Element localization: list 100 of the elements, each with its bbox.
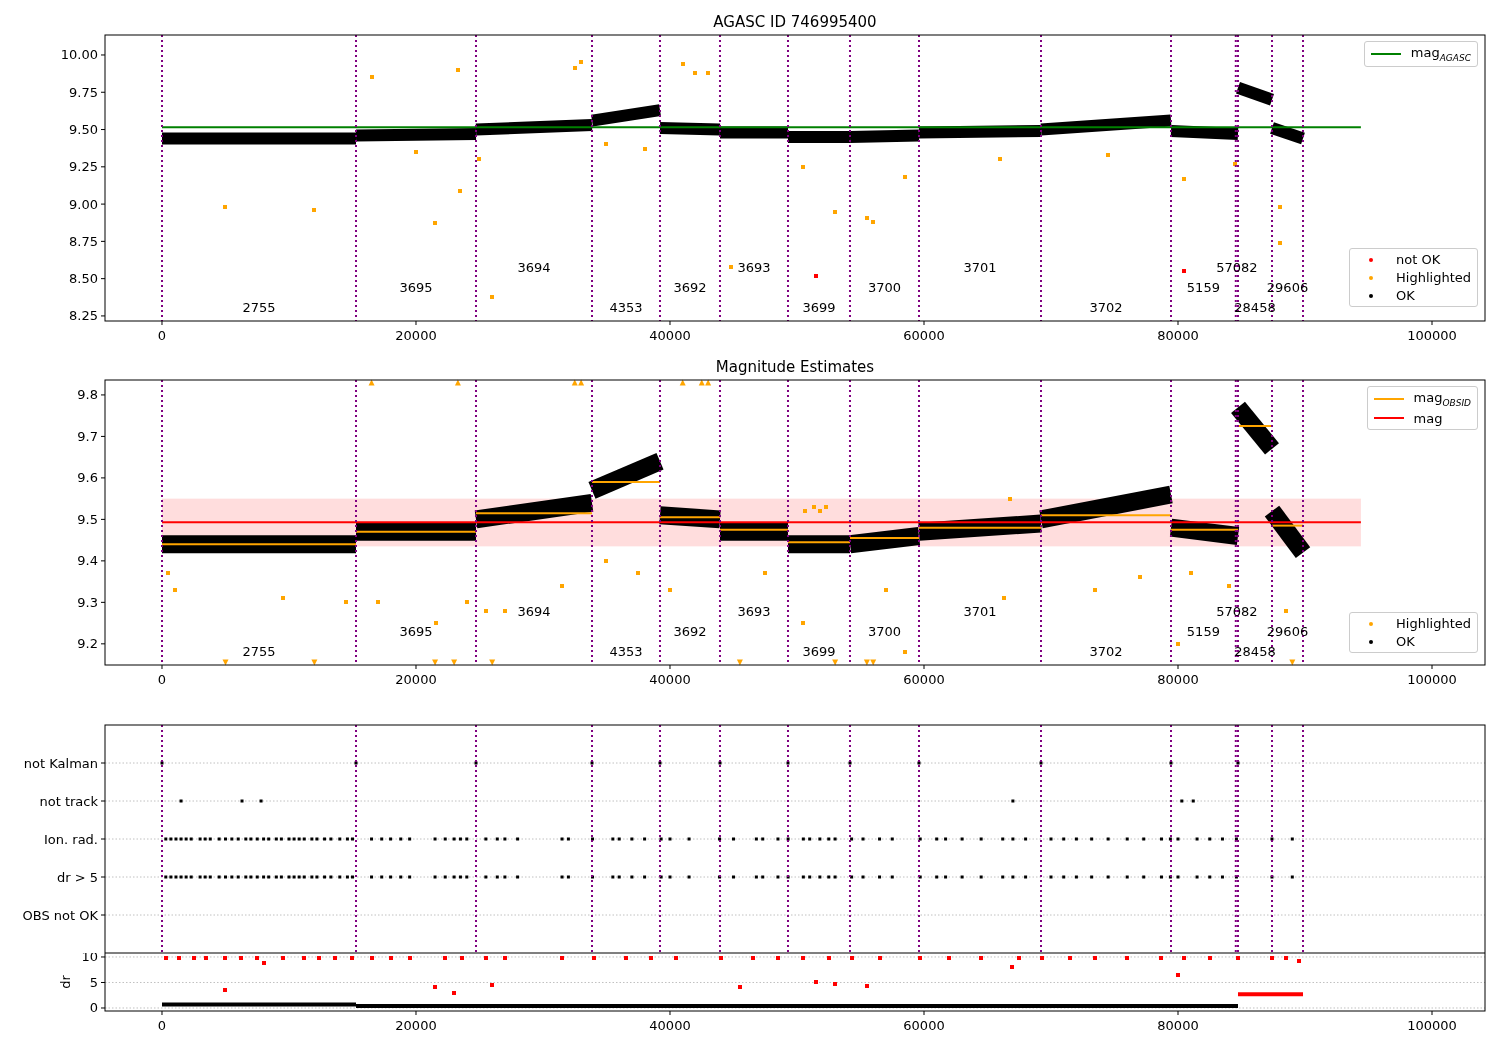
- data-point: [579, 60, 583, 64]
- data-point: [776, 956, 780, 960]
- marker-icon: [1369, 293, 1374, 298]
- data-point: [947, 956, 951, 960]
- x-tick-label: 0: [157, 1018, 167, 1033]
- x-tick-label: 100000: [1407, 328, 1457, 343]
- clipped-point-marker: [368, 379, 375, 386]
- data-point: [204, 956, 208, 960]
- marker-icon: [1369, 621, 1374, 626]
- obsid-label: 4353: [609, 300, 643, 315]
- obsid-label: 2755: [242, 644, 276, 659]
- x-tick-label: 40000: [649, 328, 691, 343]
- data-point: [1227, 584, 1231, 588]
- data-point: [376, 600, 380, 604]
- obsid-label: 3692: [673, 624, 707, 639]
- data-point: [281, 596, 285, 600]
- obsid-label: 57082: [1216, 604, 1258, 619]
- data-point: [389, 956, 393, 960]
- data-point: [681, 62, 685, 66]
- data-point: [317, 956, 321, 960]
- data-band: [1236, 82, 1274, 106]
- data-point: [1017, 956, 1021, 960]
- data-point: [1182, 269, 1186, 273]
- data-band: [1231, 401, 1279, 455]
- marker-icon: [1369, 639, 1374, 644]
- x-tick-label: 80000: [1157, 672, 1199, 687]
- data-point: [239, 956, 243, 960]
- obsid-label: 3700: [867, 624, 902, 639]
- data-point: [503, 956, 507, 960]
- data-point: [604, 142, 608, 146]
- data-point: [490, 295, 494, 299]
- data-point: [1278, 241, 1282, 245]
- obsid-label: 3693: [737, 260, 771, 275]
- data-point: [262, 961, 266, 965]
- data-point: [1182, 956, 1186, 960]
- clipped-point-marker: [311, 659, 318, 666]
- line-icon: [1370, 52, 1401, 55]
- data-point: [490, 983, 494, 987]
- data-line: [1170, 528, 1239, 531]
- y-tick-label: 8.75: [69, 233, 98, 249]
- data-point: [344, 600, 348, 604]
- data-point: [312, 208, 316, 212]
- data-point: [460, 956, 464, 960]
- y-tick-label: 5: [89, 975, 98, 990]
- data-point: [884, 588, 888, 592]
- data-point: [624, 956, 628, 960]
- y-tick-label: 8.25: [69, 308, 98, 324]
- data-point: [763, 571, 767, 575]
- x-tick-label: 100000: [1407, 1018, 1457, 1033]
- x-tick-label: 100000: [1407, 672, 1457, 687]
- data-point: [255, 956, 259, 960]
- obsid-label: 3700: [867, 280, 902, 295]
- data-point: [1125, 956, 1129, 960]
- data-point: [1093, 588, 1097, 592]
- obsid-label: 3702: [1089, 300, 1123, 315]
- data-point: [223, 988, 227, 992]
- x-tick-label: 40000: [649, 1018, 691, 1033]
- line-icon: [1373, 417, 1404, 420]
- data-point: [871, 220, 875, 224]
- x-tick-label: 80000: [1157, 1018, 1199, 1033]
- marker-icon: [1369, 257, 1374, 262]
- y-tick-label: not track: [39, 793, 98, 809]
- data-point: [693, 71, 697, 75]
- data-point: [751, 956, 755, 960]
- data-point: [477, 157, 481, 161]
- x-tick-label: 60000: [903, 672, 945, 687]
- x-tick-label: 80000: [1157, 328, 1199, 343]
- data-point: [801, 956, 805, 960]
- obsid-label: 3692: [673, 280, 707, 295]
- x-tick-label: 20000: [395, 328, 437, 343]
- data-point: [850, 956, 854, 960]
- data-point: [1106, 153, 1110, 157]
- obsid-label: 2755: [242, 300, 276, 315]
- data-point: [865, 984, 869, 988]
- data-point: [434, 621, 438, 625]
- x-tick-label: 20000: [395, 672, 437, 687]
- data-point: [1176, 973, 1180, 977]
- x-tick-label: 0: [157, 672, 167, 687]
- data-point: [173, 588, 177, 592]
- y-tick-label: Ion. rad.: [44, 831, 98, 847]
- data-point: [414, 150, 418, 154]
- obsid-label: 28458: [1234, 300, 1276, 315]
- data-point: [865, 216, 869, 220]
- x-tick-label: 20000: [395, 1018, 437, 1033]
- marker-icon: [1369, 275, 1374, 280]
- data-point: [1138, 575, 1142, 579]
- data-point: [302, 956, 306, 960]
- data-point: [979, 956, 983, 960]
- data-point: [223, 205, 227, 209]
- data-point: [812, 505, 816, 509]
- y-tick-label: 9.50: [69, 122, 98, 138]
- clipped-point-marker: [451, 659, 458, 666]
- data-line: [1237, 425, 1273, 428]
- obsid-label: 3695: [399, 624, 433, 639]
- data-point: [443, 956, 447, 960]
- data-band: [1270, 122, 1305, 145]
- data-point: [1284, 609, 1288, 613]
- data-point: [484, 609, 488, 613]
- data-point: [1068, 956, 1072, 960]
- data-point: [408, 956, 412, 960]
